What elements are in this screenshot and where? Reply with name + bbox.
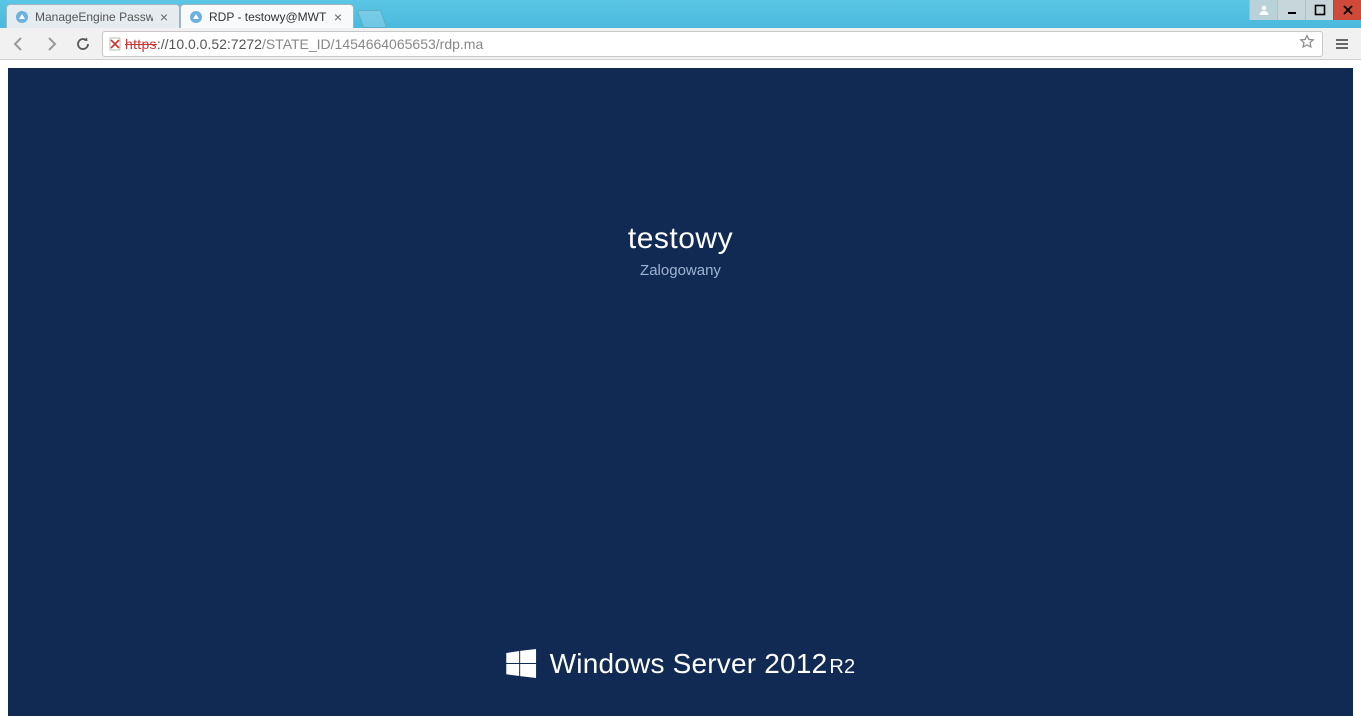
- viewport: testowy Zalogowany Windows Server 2012R2: [0, 60, 1361, 716]
- minimize-button[interactable]: [1277, 0, 1305, 20]
- browser-tab-inactive[interactable]: ManageEngine Password M ×: [6, 4, 180, 28]
- url-path: /STATE_ID/1454664065653/rdp.ma: [262, 36, 483, 52]
- os-brand-main: Windows Server 2012: [550, 648, 828, 679]
- os-brand-suffix: R2: [829, 656, 855, 678]
- user-icon[interactable]: [1249, 0, 1277, 20]
- tabstrip: ManageEngine Password M × RDP - testowy@…: [0, 0, 384, 28]
- close-icon[interactable]: ×: [157, 10, 171, 24]
- windows-logo-icon: [506, 649, 536, 679]
- window-titlebar: ManageEngine Password M × RDP - testowy@…: [0, 0, 1361, 28]
- os-brand-text: Windows Server 2012R2: [550, 648, 856, 680]
- hamburger-menu-icon[interactable]: [1329, 31, 1355, 57]
- login-status: Zalogowany: [628, 262, 733, 279]
- insecure-https-icon: [107, 36, 123, 52]
- browser-tab-active[interactable]: RDP - testowy@MWTS_VIR ×: [180, 4, 354, 28]
- close-icon[interactable]: ×: [331, 10, 345, 24]
- tab-title: ManageEngine Password M: [35, 10, 153, 24]
- window-caption-controls: [1249, 0, 1361, 20]
- favicon-icon: [15, 10, 29, 24]
- browser-toolbar: https ://10.0.0.52:7272 /STATE_ID/145466…: [0, 28, 1361, 60]
- window-close-button[interactable]: [1333, 0, 1361, 20]
- login-username: testowy: [628, 222, 733, 256]
- reload-button[interactable]: [70, 31, 96, 57]
- url-hostport: ://10.0.0.52:7272: [157, 36, 262, 52]
- maximize-button[interactable]: [1305, 0, 1333, 20]
- address-bar[interactable]: https ://10.0.0.52:7272 /STATE_ID/145466…: [102, 31, 1323, 57]
- bookmark-star-icon[interactable]: [1296, 34, 1318, 53]
- tab-title: RDP - testowy@MWTS_VIR: [209, 10, 327, 24]
- url-scheme: https: [125, 36, 157, 52]
- forward-button[interactable]: [38, 31, 64, 57]
- back-button[interactable]: [6, 31, 32, 57]
- new-tab-button[interactable]: [357, 10, 388, 28]
- os-brand: Windows Server 2012R2: [506, 648, 856, 680]
- rdp-session[interactable]: testowy Zalogowany Windows Server 2012R2: [8, 68, 1353, 716]
- favicon-icon: [189, 10, 203, 24]
- login-block: testowy Zalogowany: [628, 222, 733, 279]
